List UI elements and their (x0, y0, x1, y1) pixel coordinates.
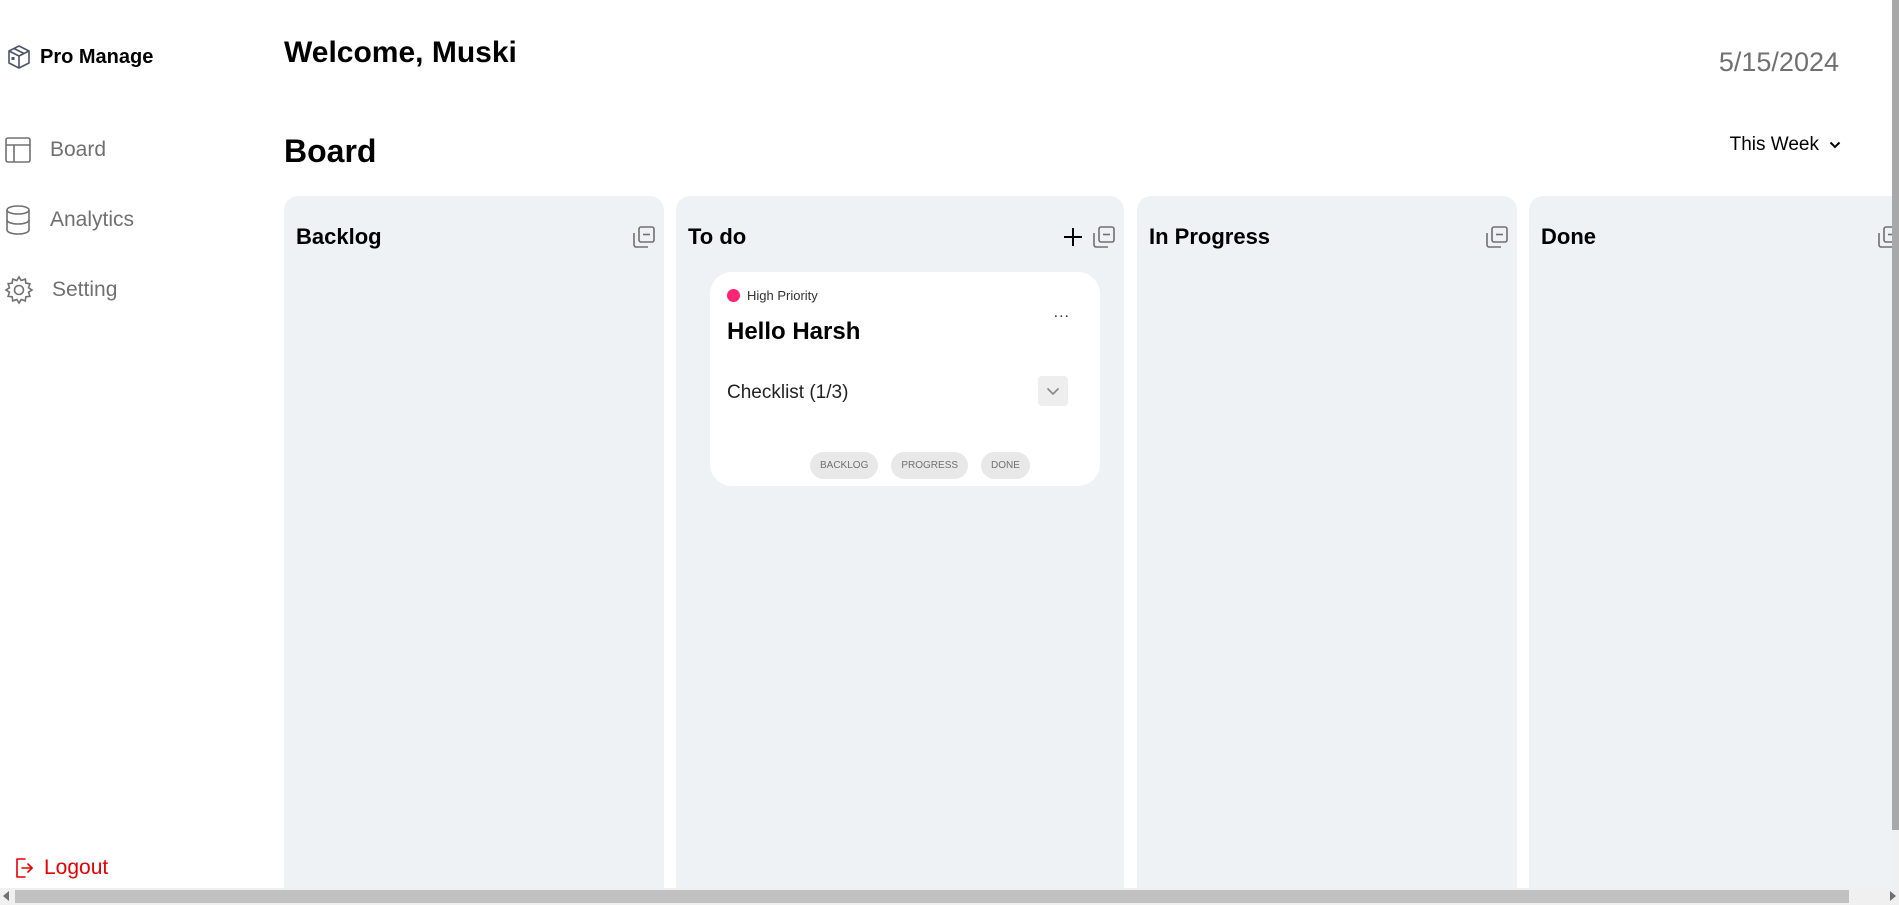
gear-icon (4, 275, 34, 305)
move-to-backlog-button[interactable]: BACKLOG (810, 452, 879, 479)
collapse-all-icon[interactable] (632, 225, 656, 249)
chevron-down-icon (1829, 141, 1841, 149)
column-title: Backlog (296, 224, 382, 249)
priority-badge: High Priority (727, 288, 818, 303)
column-done: Done (1529, 196, 1899, 896)
page-title: Board (284, 133, 377, 169)
column-in-progress: In Progress (1137, 196, 1517, 896)
current-date: 5/15/2024 (1718, 47, 1839, 77)
sidebar: Pro Manage Board Analytics Setting Logou… (0, 0, 270, 905)
collapse-all-icon[interactable] (1092, 225, 1116, 249)
add-task-icon[interactable] (1062, 226, 1084, 248)
checklist-summary: Checklist (1/3) (727, 382, 849, 403)
brand-name: Pro Manage (40, 45, 154, 68)
cube-icon (6, 44, 32, 70)
sidebar-item-label: Setting (52, 278, 118, 301)
column-header: To do (688, 224, 1116, 250)
task-card: High Priority ... Hello Harsh Checklist … (710, 272, 1100, 486)
vertical-scrollbar[interactable] (1892, 0, 1899, 888)
sidebar-item-label: Analytics (50, 208, 135, 231)
horizontal-scrollbar-thumb[interactable] (15, 890, 1849, 903)
checklist-toggle-button[interactable] (1038, 376, 1068, 406)
collapse-all-icon[interactable] (1485, 225, 1509, 249)
move-to-progress-button[interactable]: PROGRESS (891, 452, 969, 479)
layout-icon (4, 136, 32, 164)
period-filter-dropdown[interactable]: This Week (1730, 134, 1841, 156)
chevron-down-icon (1046, 387, 1060, 396)
column-header: Done (1541, 224, 1899, 250)
logout-icon (14, 857, 34, 879)
card-title: Hello Harsh (727, 318, 861, 345)
column-title: Done (1541, 224, 1596, 249)
sidebar-item-analytics[interactable]: Analytics (4, 205, 134, 235)
column-actions (1062, 225, 1116, 249)
move-to-done-button[interactable]: DONE (981, 452, 1030, 479)
priority-label: High Priority (747, 288, 818, 303)
scroll-left-icon[interactable] (3, 891, 9, 901)
status-buttons: BACKLOG PROGRESS DONE (810, 452, 1030, 479)
sidebar-item-setting[interactable]: Setting (4, 275, 117, 305)
column-backlog: Backlog (284, 196, 664, 896)
column-title: To do (688, 224, 747, 249)
welcome-title: Welcome, Muski (284, 36, 517, 69)
period-filter-label: This Week (1729, 134, 1819, 155)
column-title: In Progress (1149, 224, 1271, 249)
logout-button[interactable]: Logout (14, 856, 108, 880)
horizontal-scrollbar[interactable] (0, 888, 1899, 905)
column-actions (1485, 225, 1509, 249)
scroll-right-icon[interactable] (1890, 891, 1896, 901)
app-root: Pro Manage Board Analytics Setting Logou… (0, 0, 1899, 905)
brand: Pro Manage (6, 44, 153, 70)
logout-label: Logout (44, 856, 109, 879)
column-actions (632, 225, 656, 249)
priority-dot-icon (727, 289, 740, 302)
column-header: Backlog (296, 224, 656, 250)
database-icon (4, 205, 32, 235)
card-menu-button[interactable]: ... (1054, 304, 1070, 322)
sidebar-item-label: Board (50, 138, 107, 161)
vertical-scrollbar-thumb[interactable] (1892, 0, 1899, 830)
sidebar-item-board[interactable]: Board (4, 136, 106, 164)
column-header: In Progress (1149, 224, 1509, 250)
column-todo: To do High Priority ... Hello Harsh Chec… (676, 196, 1124, 896)
